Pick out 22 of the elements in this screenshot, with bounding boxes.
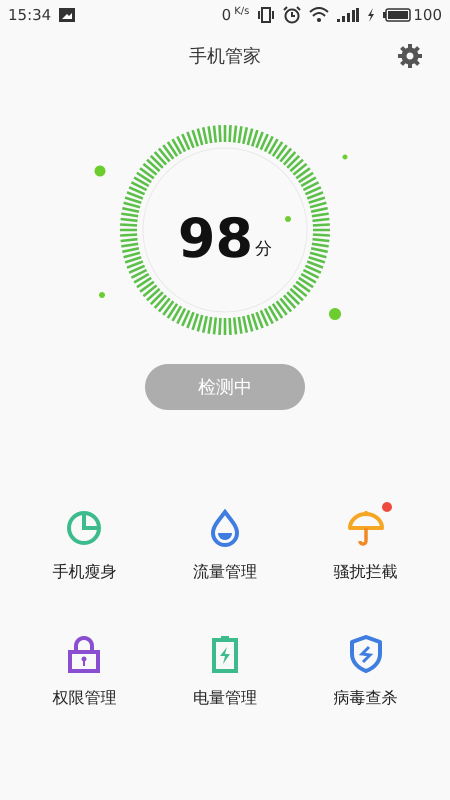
alarm-icon <box>283 6 302 24</box>
score-value: 98 <box>178 212 254 266</box>
page-title: 手机管家 <box>189 44 261 68</box>
tool-button[interactable]: 流量管理 <box>154 498 296 584</box>
tool-button[interactable]: 电量管理 <box>154 624 296 710</box>
speed-unit: K/s <box>234 4 250 19</box>
settings-icon[interactable] <box>398 44 422 68</box>
vibrate-icon <box>257 7 276 23</box>
tool-button[interactable]: 权限管理 <box>14 624 155 710</box>
signal-icon <box>337 8 360 22</box>
tool-button[interactable]: 骚扰拦截 <box>295 498 436 584</box>
charging-icon <box>367 8 376 22</box>
notification-icon <box>59 8 76 22</box>
status-time: 15:34 <box>8 4 52 26</box>
tool-button[interactable]: 手机瘦身 <box>14 498 155 584</box>
tool-button[interactable]: 病毒查杀 <box>295 624 436 710</box>
wifi-icon <box>309 7 330 23</box>
battery-icon <box>383 8 412 22</box>
network-speed: 0 <box>222 4 232 26</box>
umbrella-icon <box>346 508 386 548</box>
score-unit: 分 <box>255 238 272 260</box>
battery-level: 100 <box>413 4 442 26</box>
